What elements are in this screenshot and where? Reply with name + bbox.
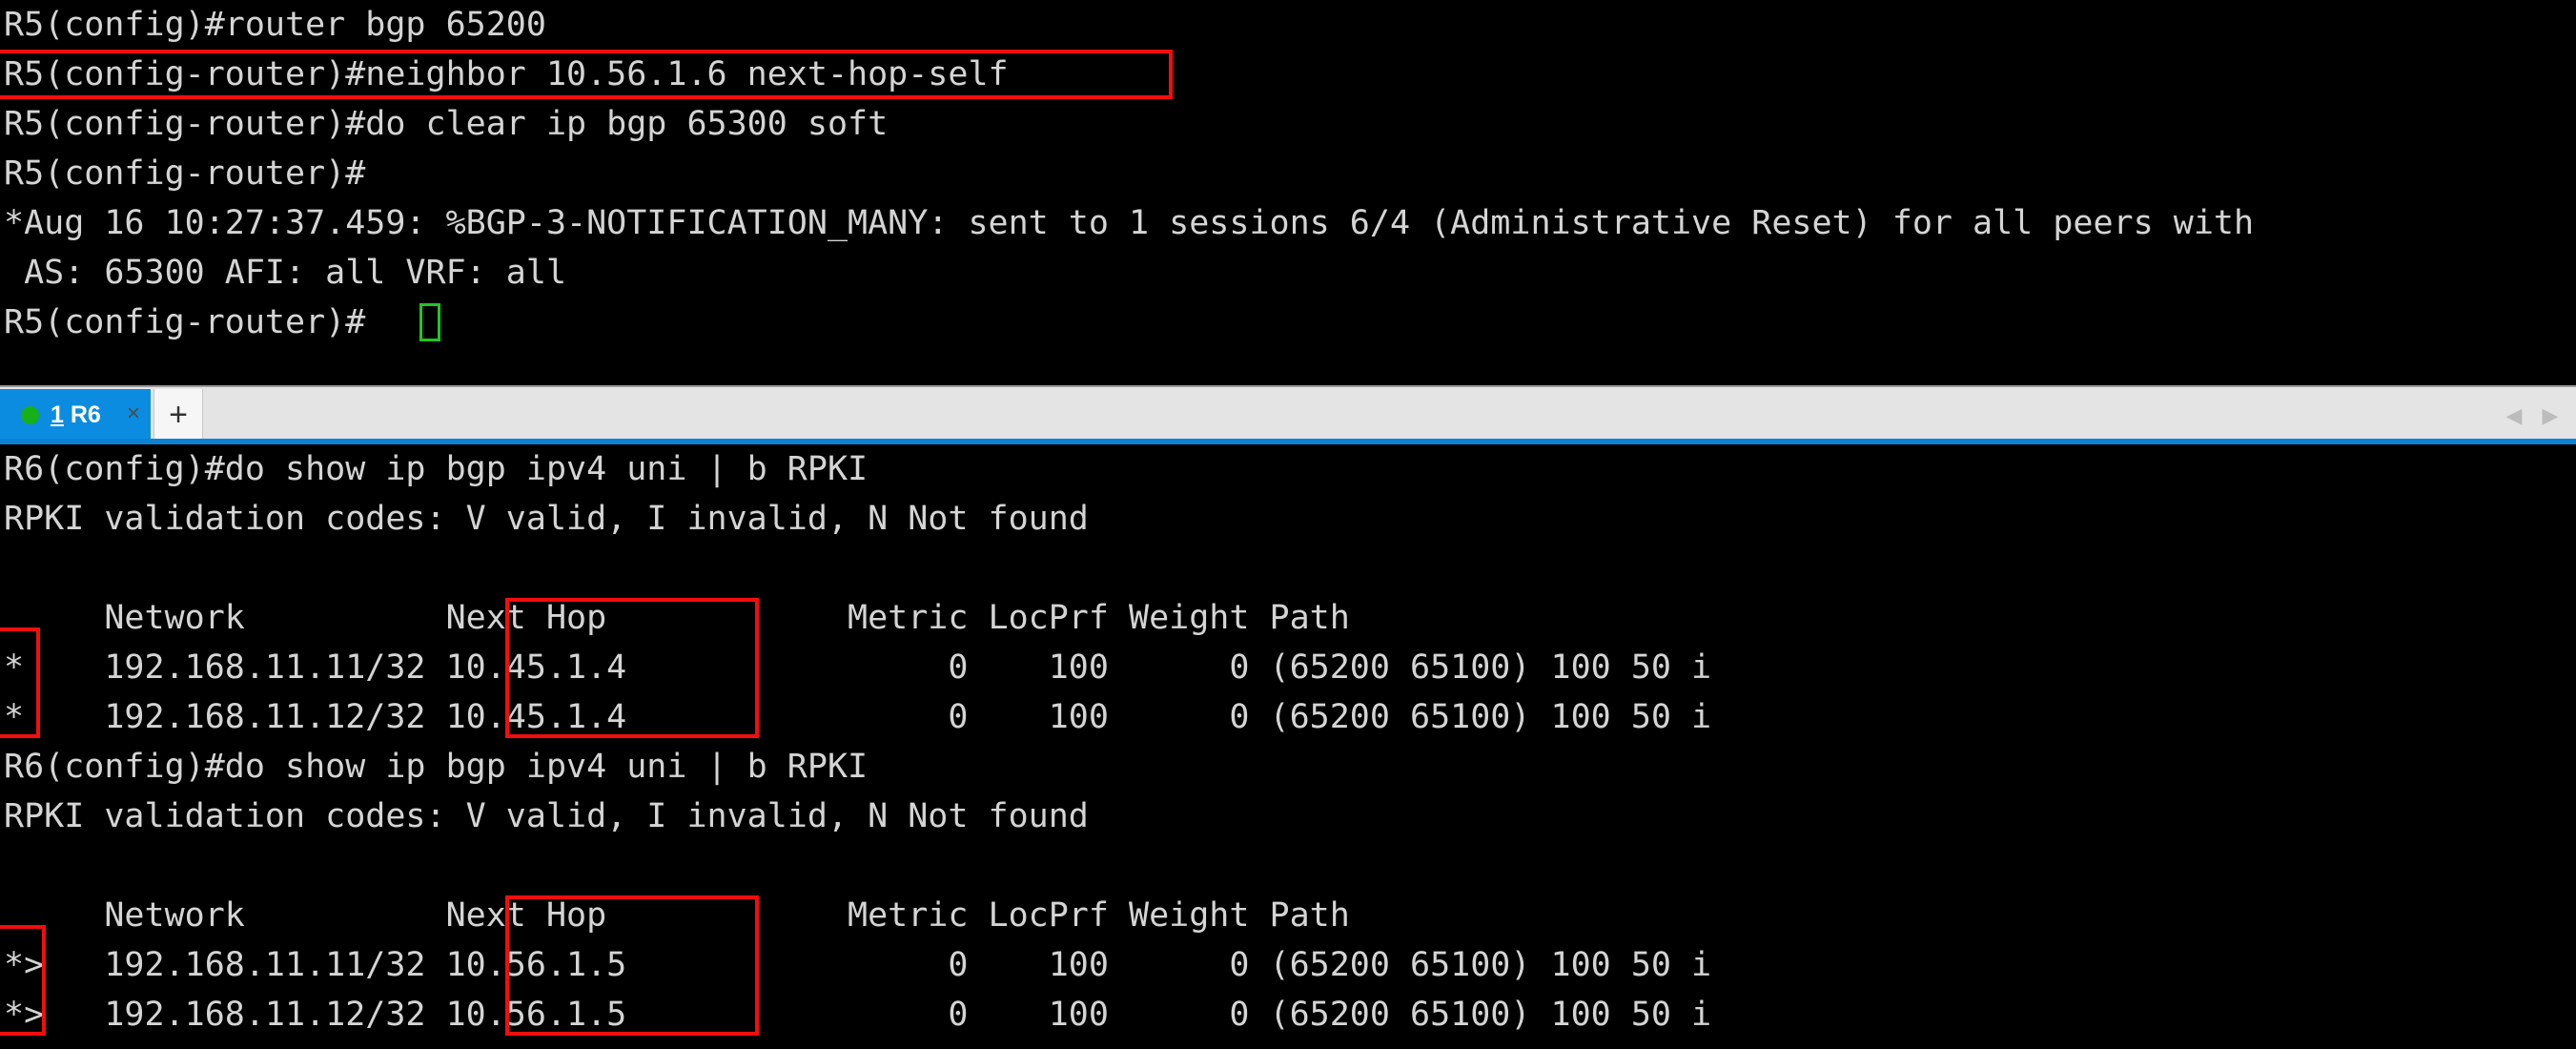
bgp-table-row: *> 192.168.11.11/32 10.56.1.5 0 100 0 (6… xyxy=(4,946,1712,984)
bgp-table-header: Network Next Hop Metric LocPrf Weight Pa… xyxy=(4,896,1350,935)
terminal-line-highlighted: R5(config-router)#neighbor 10.56.1.6 nex… xyxy=(4,55,1009,93)
new-tab-button[interactable]: + xyxy=(153,389,203,441)
tab-close-icon[interactable]: × xyxy=(120,401,147,427)
terminal-pane-r5[interactable]: R5(config)#router bgp 65200 R5(config-ro… xyxy=(0,0,2576,385)
tab-status-dot-icon xyxy=(21,405,39,424)
tab-bar: 1 R6 × + ◀ ▶ xyxy=(0,385,2576,444)
terminal-screen: R5(config)#router bgp 65200 R5(config-ro… xyxy=(0,0,2576,1049)
terminal-cursor xyxy=(419,303,440,341)
bgp-table-row: * 192.168.11.11/32 10.45.1.4 0 100 0 (65… xyxy=(4,648,1712,687)
bgp-table-row: *> 192.168.11.12/32 10.56.1.5 0 100 0 (6… xyxy=(4,996,1712,1034)
terminal-pane-r6[interactable]: R6(config)#do show ip bgp ipv4 uni | b R… xyxy=(0,444,2576,1049)
bgp-table-header: Network Next Hop Metric LocPrf Weight Pa… xyxy=(4,599,1350,637)
bgp-table-row: * 192.168.11.12/32 10.45.1.4 0 100 0 (65… xyxy=(4,698,1712,736)
terminal-rpki-legend: RPKI validation codes: V valid, I invali… xyxy=(4,797,1089,835)
terminal-prompt-line: R5(config-router)# xyxy=(4,303,366,341)
terminal-line: R5(config-router)#do clear ip bgp 65300 … xyxy=(4,105,889,143)
terminal-syslog-line-continued: AS: 65300 AFI: all VRF: all xyxy=(4,254,567,292)
terminal-command-line: R6(config)#do show ip bgp ipv4 uni | b R… xyxy=(4,748,869,786)
terminal-line: R5(config-router)# xyxy=(4,154,366,193)
terminal-command-line: R6(config)#do show ip bgp ipv4 uni | b R… xyxy=(4,450,869,488)
tab-scroll-right-icon[interactable]: ▶ xyxy=(2540,404,2561,429)
terminal-line: R5(config)#router bgp 65200 xyxy=(4,6,546,44)
tab-name: R6 xyxy=(63,401,101,428)
tab-scroll-left-icon[interactable]: ◀ xyxy=(2504,404,2525,429)
terminal-syslog-line: *Aug 16 10:27:37.459: %BGP-3-NOTIFICATIO… xyxy=(4,204,2255,242)
tab-index: 1 xyxy=(51,401,64,428)
tab-label: 1 R6 xyxy=(51,401,101,429)
terminal-rpki-legend: RPKI validation codes: V valid, I invali… xyxy=(4,500,1089,538)
